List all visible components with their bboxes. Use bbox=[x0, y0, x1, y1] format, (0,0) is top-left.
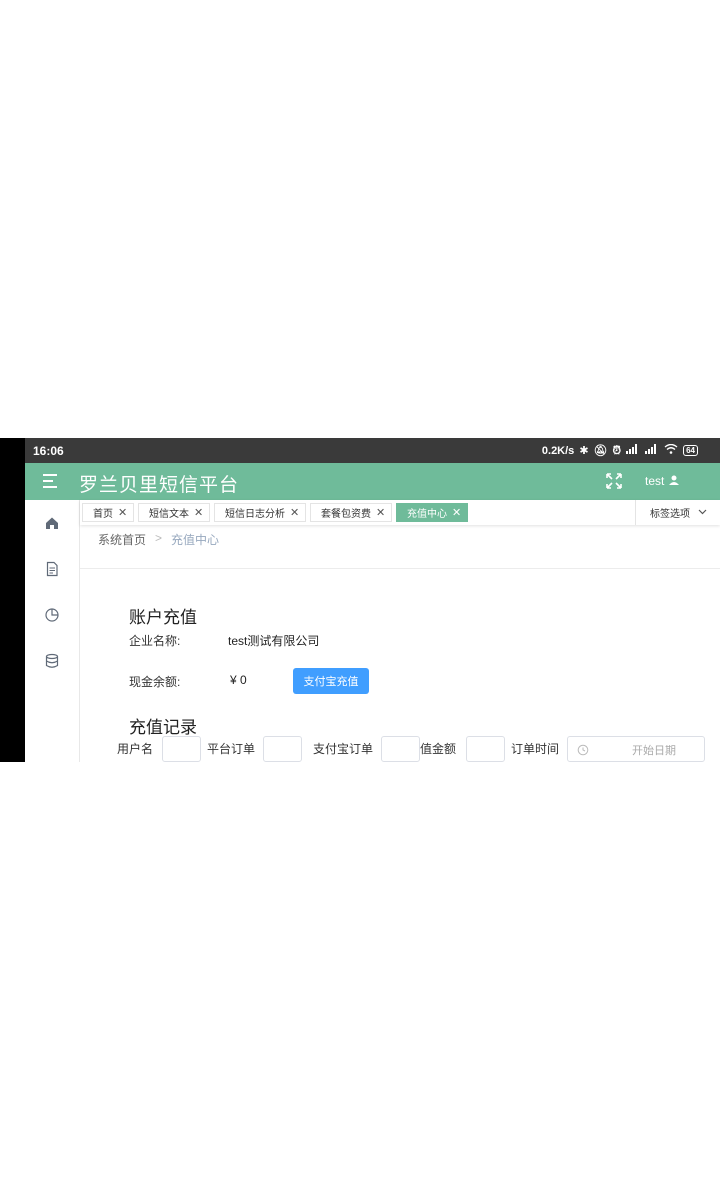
close-icon[interactable]: ✕ bbox=[452, 506, 461, 519]
start-date-placeholder: 开始日期 bbox=[632, 745, 676, 757]
balance-label: 现金余额: bbox=[129, 675, 181, 689]
balance-value: ¥ 0 bbox=[230, 673, 247, 687]
close-icon[interactable]: ✕ bbox=[194, 506, 203, 519]
platform-order-filter-label: 平台订单 bbox=[207, 742, 256, 756]
breadcrumb-current: 充值中心 bbox=[171, 533, 220, 547]
sidebar bbox=[25, 500, 80, 762]
network-speed: 0.2K/s bbox=[541, 444, 575, 457]
order-time-filter-label: 订单时间 bbox=[511, 742, 560, 756]
amount-filter-label: 值金额 bbox=[420, 742, 457, 756]
tag-package-fees[interactable]: 套餐包资费 ✕ bbox=[310, 503, 393, 522]
user-icon bbox=[669, 474, 680, 488]
breadcrumb-home[interactable]: 系统首页 bbox=[98, 531, 146, 548]
status-icons: 0.2K/s ✱ 🔕︎ ⏰︎ 64 bbox=[541, 443, 698, 457]
tag-sms-text[interactable]: 短信文本 ✕ bbox=[138, 503, 211, 522]
breadcrumb: 系统首页 > 充值中心 bbox=[98, 531, 219, 548]
divider bbox=[80, 568, 720, 569]
tag-home[interactable]: 首页 ✕ bbox=[82, 503, 135, 522]
chevron-down-icon bbox=[698, 507, 707, 518]
app-screen: 16:06 0.2K/s ✱ 🔕︎ ⏰︎ 64 罗兰贝里短信平台 test 首页… bbox=[25, 438, 720, 762]
username-filter-label: 用户名 bbox=[117, 742, 154, 756]
status-time: 16:06 bbox=[33, 444, 64, 458]
clock-icon bbox=[577, 743, 589, 756]
signal-icon-2 bbox=[645, 444, 659, 457]
records-section-title: 充值记录 bbox=[129, 718, 197, 737]
close-icon[interactable]: ✕ bbox=[290, 506, 299, 519]
tag-options-label: 标签选项 bbox=[650, 509, 690, 520]
username-filter-input[interactable] bbox=[162, 736, 201, 762]
sidebar-home-icon[interactable] bbox=[43, 514, 61, 532]
left-black-bar bbox=[0, 438, 25, 762]
start-date-picker[interactable]: 开始日期 bbox=[567, 736, 705, 762]
tag-label: 首页 bbox=[93, 509, 113, 520]
sidebar-database-icon[interactable] bbox=[43, 652, 61, 670]
platform-order-filter-input[interactable] bbox=[263, 736, 302, 762]
bluetooth-icon: ✱ bbox=[579, 444, 589, 457]
signal-icon bbox=[626, 444, 640, 457]
alipay-order-filter-label: 支付宝订单 bbox=[313, 742, 374, 756]
mute-icon: 🔕︎ bbox=[593, 444, 608, 457]
alipay-order-filter-input[interactable] bbox=[381, 736, 420, 762]
tag-label: 短信日志分析 bbox=[225, 509, 285, 520]
menu-toggle-icon[interactable] bbox=[43, 474, 59, 488]
app-header: 罗兰贝里短信平台 test bbox=[25, 463, 720, 500]
company-label: 企业名称: bbox=[129, 634, 181, 648]
username: test bbox=[645, 474, 665, 488]
amount-filter-input[interactable] bbox=[466, 736, 505, 762]
company-value: test测试有限公司 bbox=[228, 634, 320, 648]
sidebar-document-icon[interactable] bbox=[43, 560, 61, 578]
tag-label: 充值中心 bbox=[407, 509, 447, 520]
status-bar: 16:06 0.2K/s ✱ 🔕︎ ⏰︎ 64 bbox=[25, 438, 720, 463]
battery-icon: 64 bbox=[683, 445, 698, 456]
tag-recharge-center[interactable]: 充值中心 ✕ bbox=[396, 503, 469, 522]
alarm-icon: ⏰︎ bbox=[612, 444, 622, 457]
tag-sms-log-analysis[interactable]: 短信日志分析 ✕ bbox=[214, 503, 307, 522]
tag-label: 短信文本 bbox=[149, 509, 189, 520]
close-icon[interactable]: ✕ bbox=[376, 506, 385, 519]
sidebar-pie-chart-icon[interactable] bbox=[43, 606, 61, 624]
user-menu[interactable]: test bbox=[645, 474, 680, 488]
tag-options-dropdown[interactable]: 标签选项 bbox=[635, 500, 720, 525]
tags-bar: 首页 ✕ 短信文本 ✕ 短信日志分析 ✕ 套餐包资费 ✕ 充值中心 ✕ 标签选项 bbox=[80, 500, 720, 525]
fullscreen-icon[interactable] bbox=[606, 473, 622, 489]
tag-label: 套餐包资费 bbox=[321, 509, 371, 520]
account-section-title: 账户充值 bbox=[129, 608, 197, 627]
chevron-right-icon: > bbox=[155, 531, 163, 545]
alipay-recharge-button[interactable]: 支付宝充值 bbox=[293, 668, 369, 694]
wifi-icon bbox=[664, 443, 678, 457]
app-title: 罗兰贝里短信平台 bbox=[79, 475, 240, 496]
close-icon[interactable]: ✕ bbox=[118, 506, 127, 519]
